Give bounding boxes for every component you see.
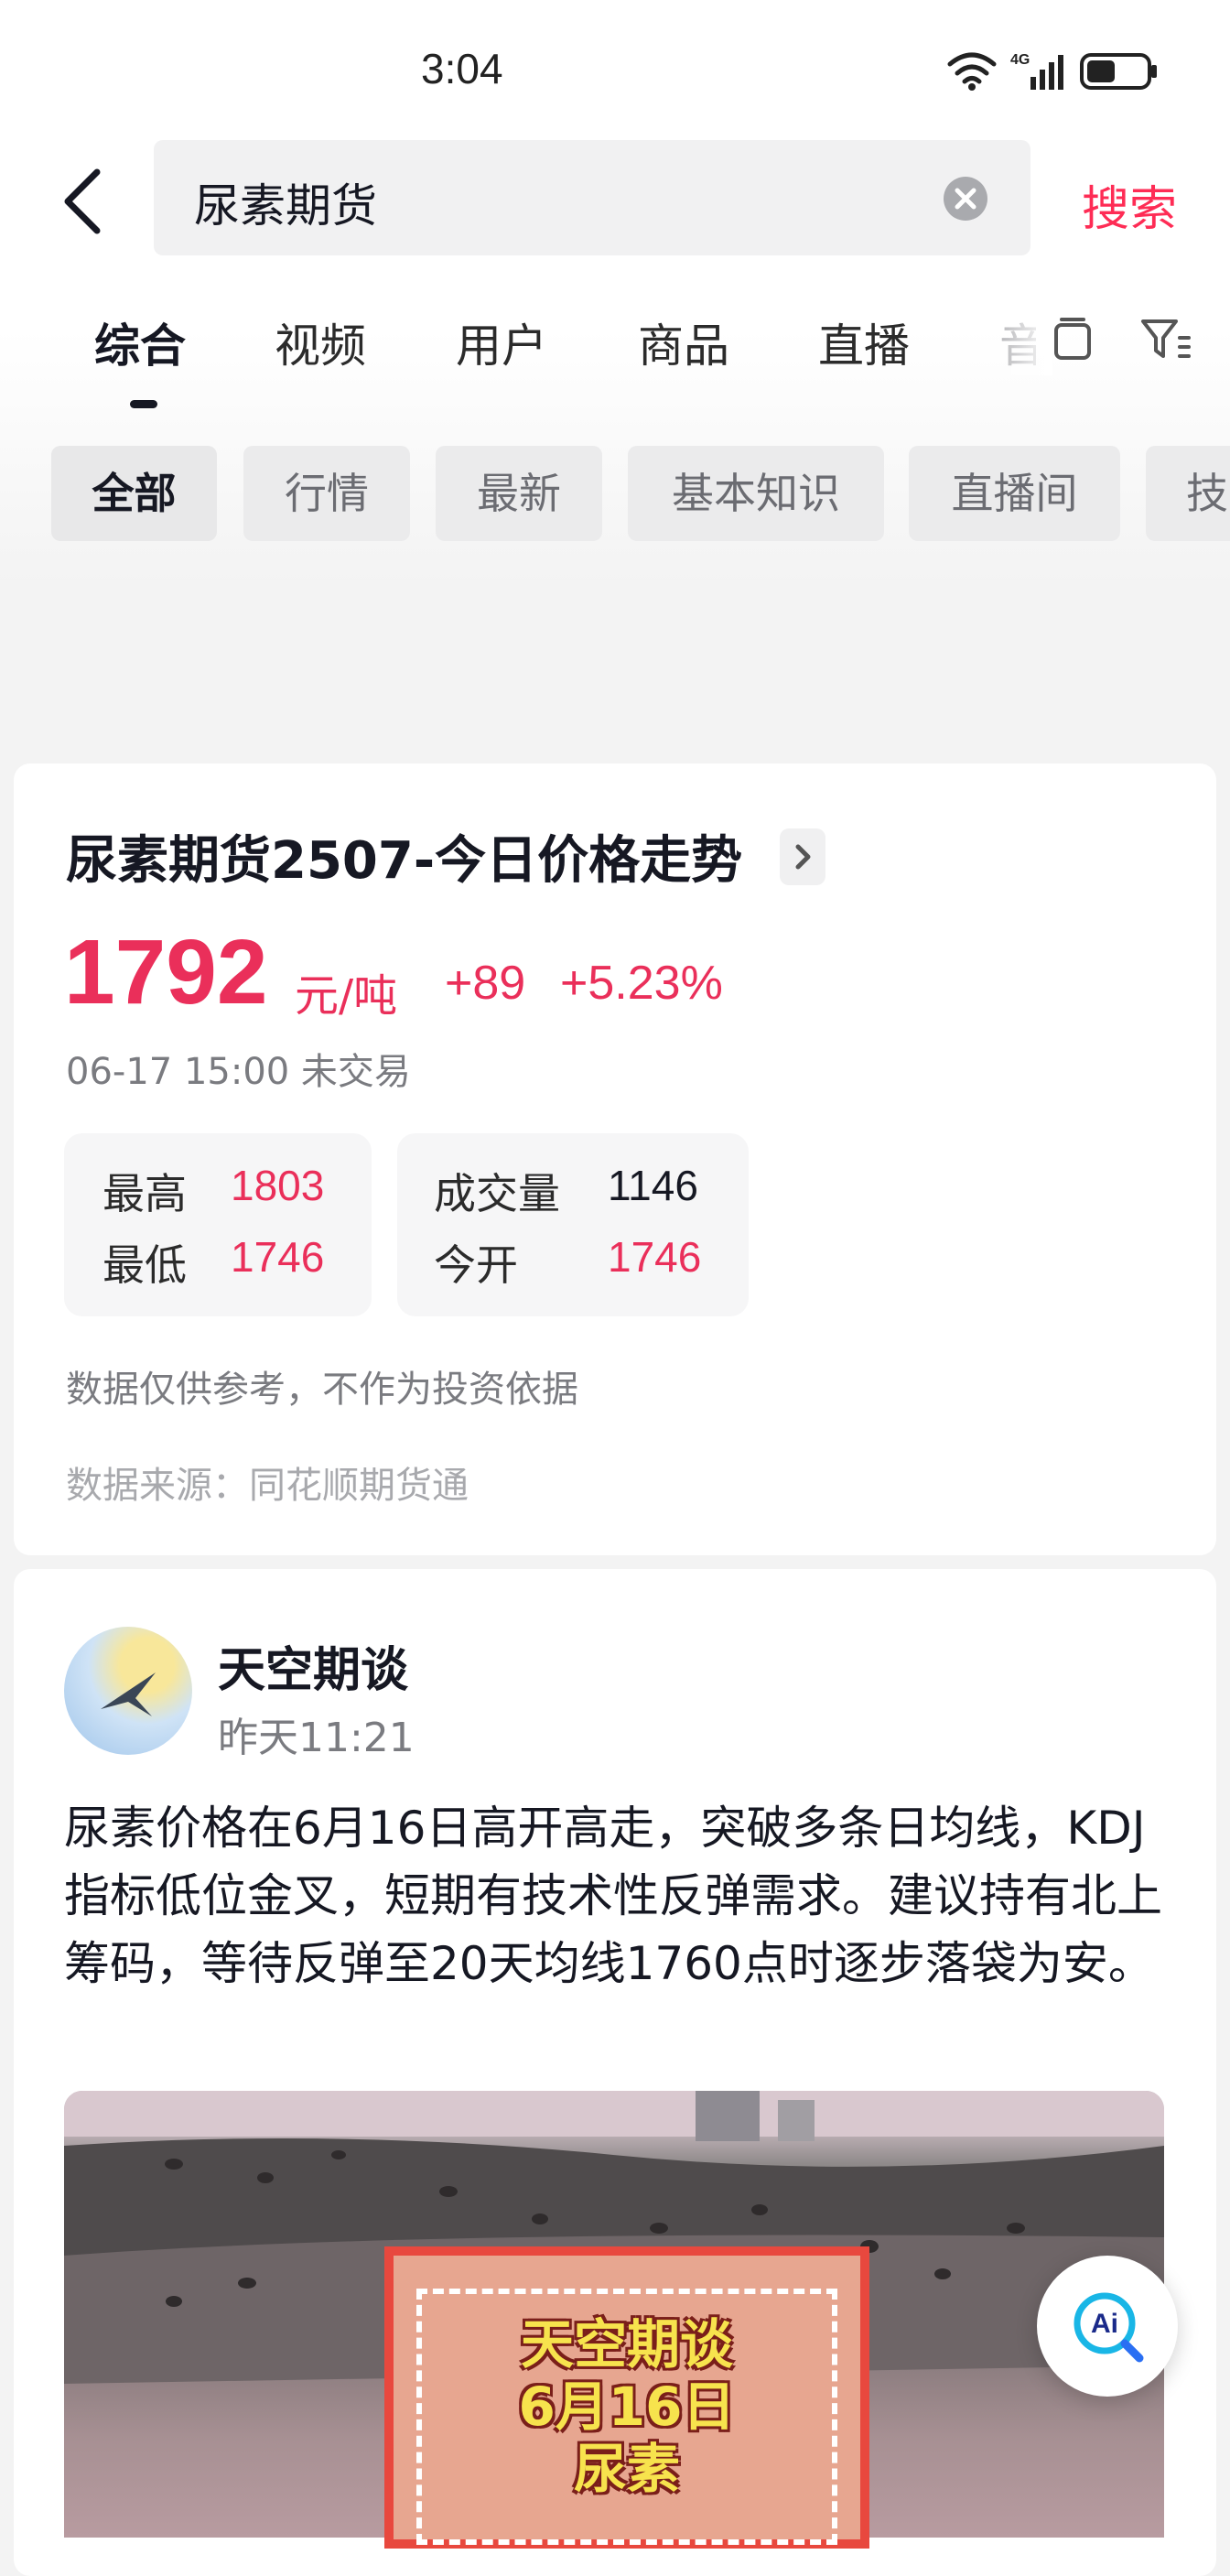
tab-video[interactable]: 视频: [275, 309, 366, 375]
tab-users[interactable]: 用户: [456, 309, 547, 375]
search-button[interactable]: 搜索: [1082, 170, 1177, 239]
tab-live[interactable]: 直播: [818, 309, 910, 375]
signal-icon: [1030, 55, 1063, 90]
filter-live-room[interactable]: 直播间: [909, 446, 1120, 541]
filter-icon[interactable]: [1139, 316, 1191, 363]
post-time: 昨天11:21: [218, 1715, 415, 1761]
post-text[interactable]: 尿素价格在6月16日高开高走，突破多条日均线，KDJ指标低位金叉，短期有技术性反…: [64, 1794, 1181, 1997]
back-arrow-icon[interactable]: [57, 165, 112, 238]
price-change-pct: +5.23%: [560, 957, 723, 1010]
filter-basics[interactable]: 基本知识: [628, 446, 884, 541]
low-value: 1746: [231, 1233, 325, 1281]
high-value: 1803: [231, 1162, 325, 1209]
open-value: 1746: [608, 1233, 702, 1281]
ai-search-button[interactable]: Ai: [1037, 2256, 1178, 2397]
bird-icon: [101, 1672, 156, 1716]
filter-all[interactable]: 全部: [51, 446, 217, 541]
avatar[interactable]: [64, 1627, 192, 1755]
filter-latest[interactable]: 最新: [436, 446, 602, 541]
search-query[interactable]: 尿素期货: [194, 169, 377, 235]
tab-products[interactable]: 商品: [638, 309, 729, 375]
banner-line-3: 尿素: [573, 2438, 680, 2500]
current-price: 1792: [64, 921, 268, 1023]
wifi-icon: [947, 52, 997, 84]
copy-icon[interactable]: [1052, 316, 1093, 363]
price-change: +89: [445, 957, 526, 1010]
disclaimer: 数据仅供参考，不作为投资依据: [66, 1369, 578, 1411]
tab-indicator: [130, 400, 157, 408]
status-icons: 4G: [947, 52, 1157, 91]
price-unit: 元/吨: [295, 970, 398, 1022]
svg-text:Ai: Ai: [1091, 2309, 1118, 2339]
filter-market[interactable]: 行情: [243, 446, 410, 541]
battery-icon: [1080, 53, 1157, 90]
image-banner-inner: 天空期谈 6月16日 尿素: [416, 2289, 837, 2545]
open-label: 今开: [434, 1240, 518, 1290]
author-name[interactable]: 天空期谈: [218, 1631, 408, 1700]
filter-tech[interactable]: 技: [1146, 446, 1230, 541]
volume-value: 1146: [608, 1162, 698, 1209]
quote-title[interactable]: 尿素期货2507-今日价格走势: [66, 819, 742, 893]
volume-label: 成交量: [434, 1169, 560, 1218]
quote-time: 06-17 15:00 未交易: [66, 1051, 411, 1093]
tab-fade: [998, 302, 1052, 375]
chevron-right-icon[interactable]: [780, 828, 825, 885]
tab-comprehensive[interactable]: 综合: [94, 309, 186, 375]
data-source: 数据来源：同花顺期货通: [66, 1465, 469, 1507]
status-time: 3:04: [421, 45, 503, 92]
ai-search-icon: Ai: [1074, 2292, 1144, 2363]
high-label: 最高: [102, 1169, 187, 1218]
network-label: 4G: [1010, 52, 1030, 68]
clear-icon[interactable]: [943, 176, 988, 222]
low-label: 最低: [102, 1240, 187, 1290]
